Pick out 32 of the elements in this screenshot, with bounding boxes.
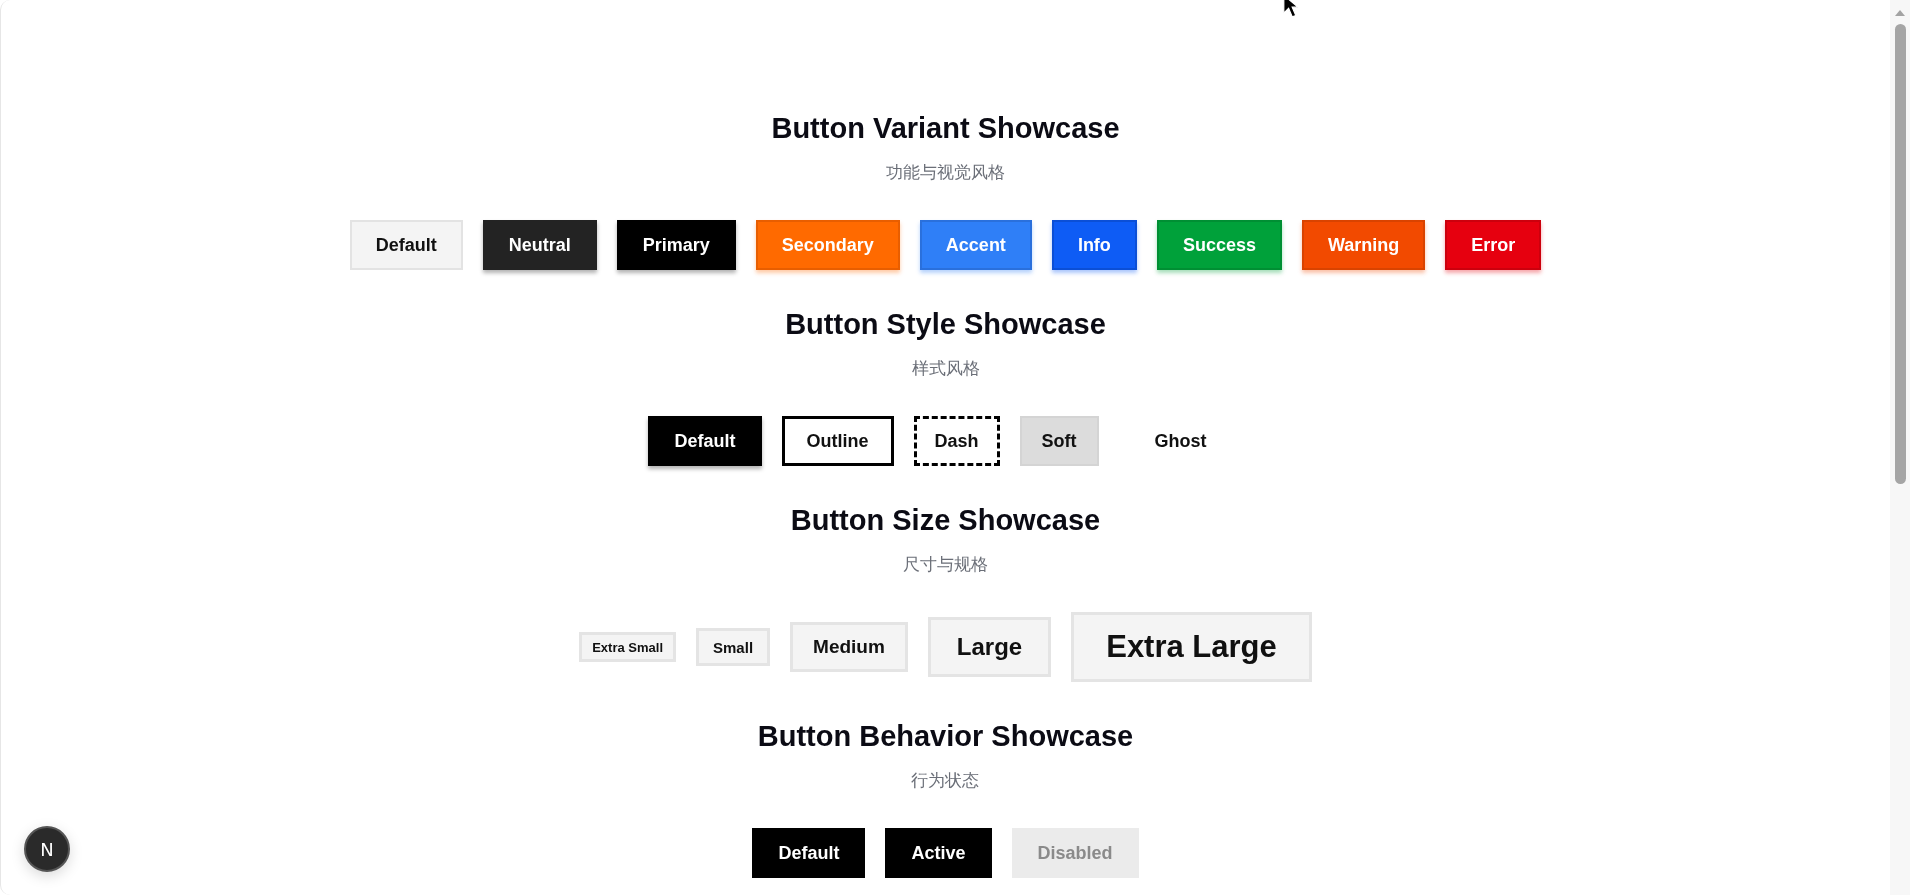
- showcase-button[interactable]: Info: [1051, 220, 1137, 270]
- showcase-button[interactable]: Active: [885, 828, 992, 878]
- scrollbar-thumb[interactable]: [1894, 24, 1906, 484]
- showcase-button[interactable]: Primary: [616, 220, 736, 270]
- showcase-button[interactable]: Soft: [1019, 416, 1099, 466]
- section-subtitle: 行为状态: [911, 769, 980, 792]
- showcase-button[interactable]: Warning: [1301, 220, 1426, 270]
- showcase-button[interactable]: Dash: [913, 416, 1000, 466]
- dev-tools-button[interactable]: N: [24, 826, 70, 872]
- showcase-button[interactable]: Error: [1445, 220, 1542, 270]
- showcase-button[interactable]: Ghost: [1118, 416, 1243, 466]
- showcase-button[interactable]: Small: [696, 628, 771, 666]
- section-subtitle: 尺寸与规格: [903, 553, 988, 576]
- section-title: Button Variant Showcase: [771, 111, 1120, 146]
- section-subtitle: 功能与视觉风格: [886, 161, 1005, 184]
- showcase-button[interactable]: Neutral: [482, 220, 597, 270]
- showcase-button[interactable]: Extra Small: [579, 632, 677, 662]
- scroll-up-icon[interactable]: [1895, 10, 1905, 16]
- showcase-button[interactable]: Outline: [781, 416, 894, 466]
- section-subtitle: 样式风格: [911, 357, 980, 380]
- section-title: Button Size Showcase: [790, 503, 1101, 538]
- showcase-button[interactable]: Medium: [790, 622, 908, 672]
- showcase-button[interactable]: Extra Large: [1071, 612, 1312, 682]
- section-title: Button Style Showcase: [785, 307, 1106, 342]
- section-title: Button Behavior Showcase: [757, 719, 1134, 754]
- showcase-button[interactable]: Default: [752, 828, 866, 878]
- showcase-button[interactable]: Large: [927, 617, 1052, 677]
- scrollbar[interactable]: [1890, 0, 1910, 895]
- showcase-button[interactable]: Default: [648, 416, 762, 466]
- showcase-button[interactable]: Accent: [919, 220, 1032, 270]
- showcase-button[interactable]: Default: [349, 220, 463, 270]
- cursor-icon: [1282, 0, 1300, 18]
